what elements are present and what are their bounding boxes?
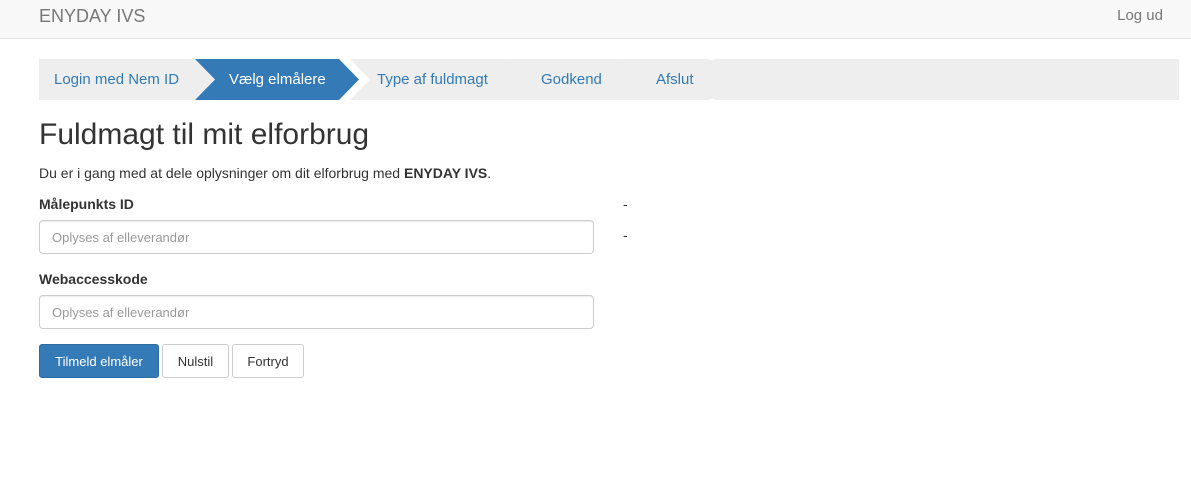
- intro-text: Du er i gang med at dele oplysninger om …: [39, 165, 491, 181]
- meter-id-label: Målepunkts ID: [39, 196, 134, 212]
- wizard-track: [714, 59, 1179, 100]
- wizard-step-finish[interactable]: Afslut: [656, 59, 694, 100]
- meter-id-side-value: -: [623, 196, 628, 212]
- wizard-step-login[interactable]: Login med Nem ID: [54, 59, 179, 100]
- meter-id-input[interactable]: [39, 220, 594, 254]
- intro-company: ENYDAY IVS: [403, 165, 488, 181]
- logout-link[interactable]: Log ud: [1117, 7, 1163, 24]
- wizard-step-select-meters[interactable]: Vælg elmålere: [229, 59, 326, 100]
- cancel-button[interactable]: Fortryd: [232, 344, 304, 378]
- navbar: ENYDAY IVS Log ud: [0, 0, 1191, 39]
- webaccess-label: Webaccesskode: [39, 271, 148, 287]
- wizard-steps: Login med Nem ID Vælg elmålere Type af f…: [39, 59, 1179, 100]
- wizard-step-type[interactable]: Type af fuldmagt: [377, 59, 488, 100]
- reset-button[interactable]: Nulstil: [162, 344, 229, 378]
- webaccess-side-value: -: [623, 227, 628, 243]
- wizard-step-approve[interactable]: Godkend: [541, 59, 602, 100]
- page-title: Fuldmagt til mit elforbrug: [39, 118, 370, 151]
- register-meter-button[interactable]: Tilmeld elmåler: [39, 344, 159, 378]
- intro-suffix: .: [487, 165, 492, 181]
- brand-link[interactable]: ENYDAY IVS: [39, 6, 145, 27]
- wizard-end-cap: [710, 60, 715, 99]
- intro-prefix: Du er i gang med at dele oplysninger om …: [39, 165, 404, 181]
- webaccess-input[interactable]: [39, 295, 594, 329]
